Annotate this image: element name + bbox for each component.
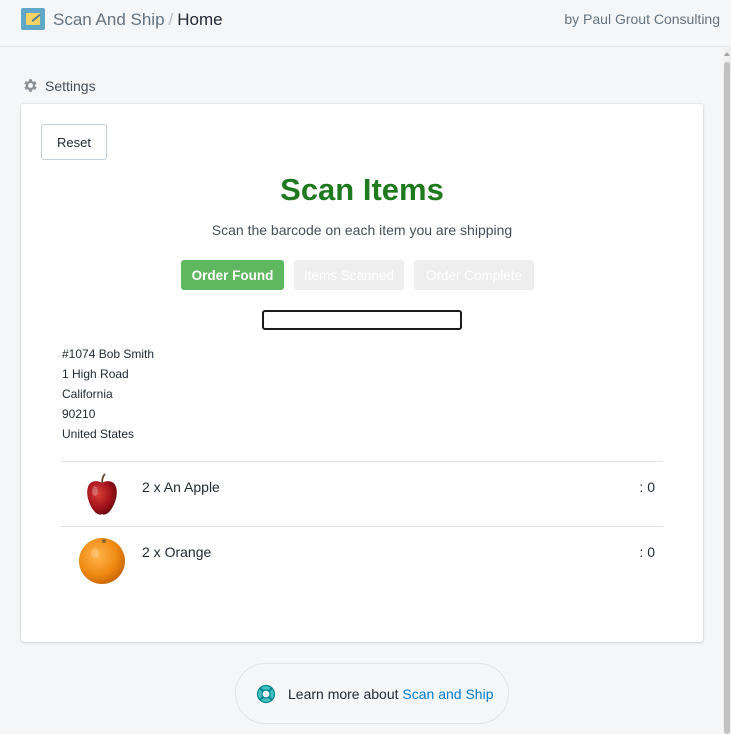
settings-link[interactable]: Settings	[22, 77, 96, 94]
address-street: 1 High Road	[62, 367, 129, 381]
footer-help: Learn more about Scan and Ship	[235, 663, 509, 724]
byline: by Paul Grout Consulting	[564, 11, 720, 27]
apple-image	[87, 473, 117, 515]
shipping-address: #1074 Bob Smith 1 High Road California 9…	[62, 344, 154, 444]
step-order-found[interactable]: Order Found	[181, 260, 284, 290]
list-item: 2 x Orange : 0	[61, 527, 663, 592]
settings-label: Settings	[45, 77, 96, 94]
breadcrumb-separator: /	[168, 10, 174, 29]
barcode-input[interactable]	[262, 310, 462, 330]
breadcrumb-app-link[interactable]: Scan And Ship	[53, 10, 165, 29]
item-scan-count: : 0	[639, 479, 655, 495]
address-country: United States	[62, 427, 135, 441]
step-items-scanned[interactable]: Items Scanned	[294, 260, 404, 290]
orange-image	[79, 538, 125, 584]
address-state: California	[62, 387, 113, 401]
step-order-complete[interactable]: Order Complete	[414, 260, 534, 290]
footer-prefix: Learn more about	[288, 685, 399, 702]
gear-icon	[24, 79, 37, 92]
top-bar: Scan And Ship / Home by Paul Grout Consult…	[0, 0, 731, 47]
vertical-scrollbar[interactable]	[723, 48, 731, 734]
lifebuoy-icon	[256, 684, 276, 703]
address-order-name: #1074 Bob Smith	[62, 347, 155, 361]
item-list: 2 x An Apple : 0 2 x Orange : 0	[61, 461, 663, 592]
breadcrumb-current-page: Home	[177, 10, 223, 29]
breadcrumb: Scan And Ship / Home	[53, 10, 223, 30]
footer-text: Learn more about Scan and Ship	[288, 686, 494, 702]
item-scan-count: : 0	[639, 544, 655, 560]
page-title: Scan Items	[280, 172, 444, 207]
scrollbar-thumb[interactable]	[724, 62, 730, 734]
scan-and-ship-link[interactable]: Scan and Ship	[402, 686, 493, 702]
item-label: 2 x An Apple	[142, 479, 220, 495]
address-zip: 90210	[62, 407, 96, 421]
page-subtitle: Scan the barcode on each item you are sh…	[211, 222, 513, 238]
reset-button[interactable]: Reset	[41, 124, 107, 160]
notepad-pen-icon	[21, 8, 45, 30]
scan-card: Reset Scan Items Scan the barcode on eac…	[21, 104, 703, 642]
item-label: 2 x Orange	[142, 544, 212, 560]
list-item: 2 x An Apple : 0	[61, 462, 663, 527]
scroll-up-arrow-icon[interactable]	[724, 52, 730, 56]
